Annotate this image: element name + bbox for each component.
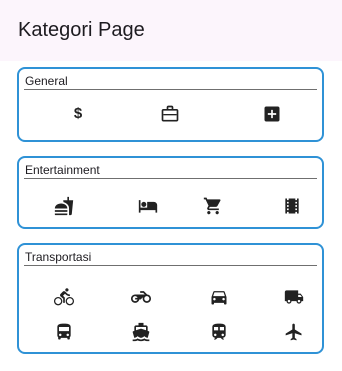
category-label: Entertainment [25,163,100,177]
fastfood-icon[interactable] [54,196,74,216]
train-svg [212,323,226,340]
dollar-glyph: $ [73,105,83,122]
bus-svg [57,323,71,340]
hotel-bed-icon[interactable] [138,196,158,216]
bicycle-icon[interactable] [54,287,74,307]
medical-plus-icon[interactable] [262,104,282,124]
motorcycle-svg [131,291,151,303]
ferry-svg [132,322,150,342]
divider [24,89,317,90]
ferry-icon[interactable] [131,322,151,342]
movie-film-svg [285,198,299,214]
dollar-icon[interactable]: $ [68,104,88,124]
category-card-entertainment: Entertainment [17,156,324,229]
briefcase-svg [161,105,179,122]
divider [24,265,317,266]
divider [24,178,317,179]
car-icon[interactable] [209,287,229,307]
category-label: General [25,74,68,88]
app-bar: Kategori Page [0,0,342,61]
truck-icon[interactable] [284,287,304,307]
category-card-general: General $ [17,67,324,142]
fastfood-svg [54,196,74,216]
movie-film-icon[interactable] [282,196,302,216]
car-svg [211,291,227,305]
shopping-cart-icon[interactable] [203,196,223,216]
shopping-cart-svg [203,197,221,215]
motorcycle-icon[interactable] [131,287,151,307]
train-icon[interactable] [209,322,229,342]
briefcase-icon[interactable] [160,104,180,124]
truck-svg [284,290,304,304]
category-label: Transportasi [25,250,92,264]
hotel-bed-svg [138,200,158,213]
page-title: Kategori Page [18,19,145,41]
category-card-transportasi: Transportasi [17,243,324,354]
bicycle-svg [54,288,74,306]
airplane-icon[interactable] [284,322,304,342]
bus-icon[interactable] [54,322,74,342]
medical-plus-svg [264,106,280,122]
airplane-svg [285,323,302,341]
